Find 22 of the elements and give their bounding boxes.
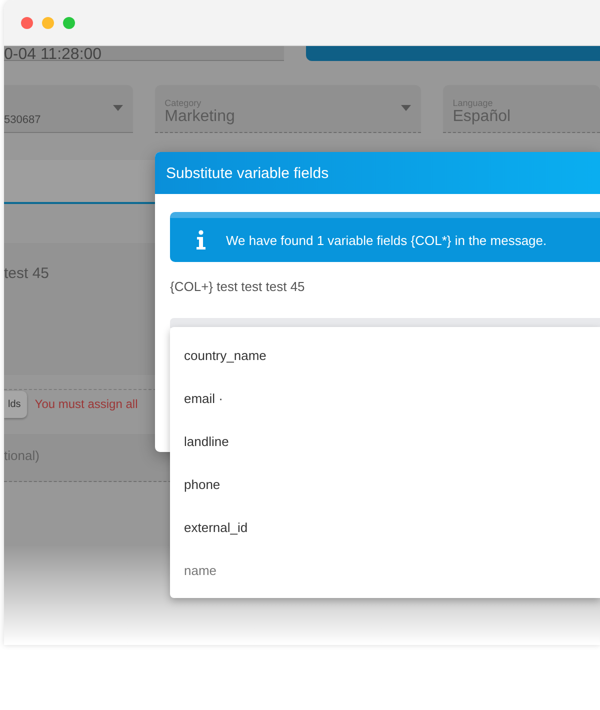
- dropdown-option[interactable]: email ·: [170, 377, 600, 420]
- caret-icon: [112, 105, 123, 111]
- caret-icon: [400, 105, 411, 111]
- message-text: test 45: [4, 265, 50, 282]
- error-text: You must assign all: [34, 397, 138, 411]
- minimize-icon[interactable]: [42, 16, 54, 28]
- info-icon: [196, 230, 206, 250]
- field-value: 530687: [4, 114, 42, 126]
- info-text: We have found 1 variable fields {COL*} in the message.: [226, 232, 547, 248]
- maximize-icon[interactable]: [63, 16, 75, 28]
- date-field[interactable]: 0-04 11:28:00: [4, 46, 284, 61]
- select-field[interactable]: 530687: [4, 85, 133, 133]
- close-icon[interactable]: [21, 16, 33, 28]
- select-field[interactable]: [170, 318, 600, 328]
- message-text: {COL+} test test test 45: [170, 279, 306, 294]
- dropdown-option[interactable]: external_id: [170, 506, 600, 549]
- dropdown-option[interactable]: phone: [170, 463, 600, 506]
- action-button[interactable]: [306, 46, 600, 61]
- dropdown-option[interactable]: country_name: [170, 334, 600, 377]
- modal-title: Substitute variable fields: [155, 152, 600, 194]
- assign-button[interactable]: lds: [4, 390, 27, 418]
- dropdown-option[interactable]: landline: [170, 420, 600, 463]
